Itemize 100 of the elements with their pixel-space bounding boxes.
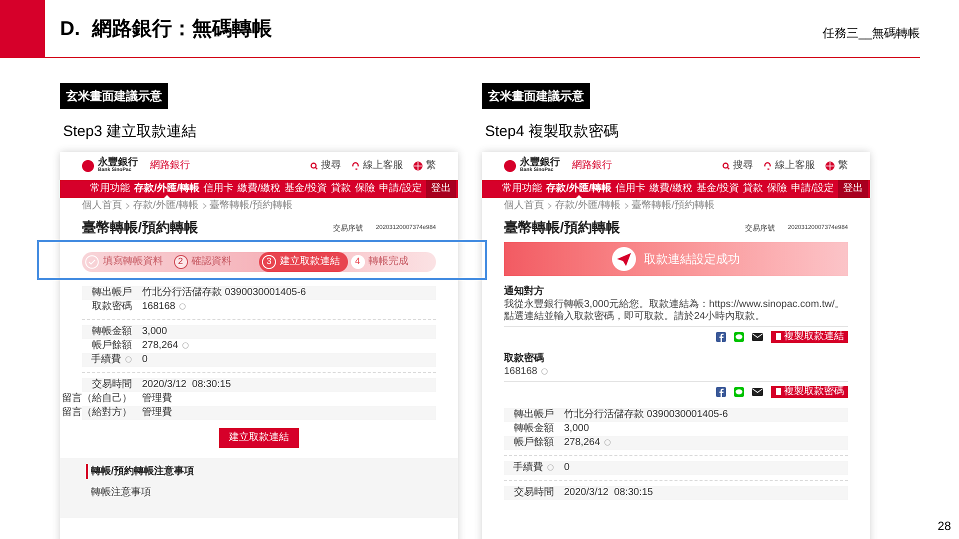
logo-icon xyxy=(82,160,94,172)
field-value: 168168 xyxy=(142,300,176,314)
copy-icon xyxy=(775,388,781,395)
header-link[interactable]: 搜尋 xyxy=(310,158,341,173)
breadcrumb-link[interactable]: 存款/外匯/轉帳 xyxy=(555,198,621,213)
nav-tab[interactable]: 保險 xyxy=(353,180,378,198)
section-number: D. xyxy=(60,16,80,42)
step-label: 轉帳完成 xyxy=(368,254,408,269)
nav-tab[interactable]: 信用卡 xyxy=(202,180,236,198)
chat-bubble-icon xyxy=(734,386,744,396)
caption-badge: 玄米畫面建議示意 xyxy=(60,83,168,109)
breadcrumb-link[interactable]: 存款/外匯/轉帳 xyxy=(133,198,199,213)
f-logo-icon xyxy=(716,332,726,342)
field-label: 手續費 xyxy=(513,460,543,475)
chevron-icon xyxy=(125,202,130,208)
nav-tab[interactable]: 常用功能 xyxy=(500,180,544,198)
field-value: 3,000 xyxy=(564,422,590,436)
breadcrumb-link[interactable]: 臺幣轉帳/預約轉帳 xyxy=(210,198,292,213)
caption-badge: 玄米畫面建議示意 xyxy=(482,83,590,109)
breadcrumb-link[interactable]: 個人首頁 xyxy=(82,198,122,213)
nav-tab[interactable]: 存款/外匯/轉帳 xyxy=(544,180,614,198)
paper-plane-icon xyxy=(612,246,636,270)
field-value: 278,264 xyxy=(142,339,178,353)
nav-tab[interactable]: 信用卡 xyxy=(614,180,648,198)
field-label: 轉出帳戶 xyxy=(514,408,554,422)
page-title: 臺幣轉帳/預約轉帳 xyxy=(504,218,620,237)
field-label: 轉出帳戶 xyxy=(92,286,132,300)
field-value: 3,000 xyxy=(142,325,168,339)
step-label: 填寫轉帳資料 xyxy=(103,254,163,269)
bank-name: 永豐銀行 xyxy=(520,158,560,168)
notice-title: 轉帳/預約轉帳注意事項 xyxy=(86,464,432,478)
copy-button[interactable]: 複製取款連結 xyxy=(771,330,848,342)
globe-icon xyxy=(825,160,835,170)
product-name: 網路銀行 xyxy=(150,159,190,173)
field-label: 取款密碼 xyxy=(92,300,132,314)
nav-tab[interactable]: 繳費/繳稅 xyxy=(648,180,694,198)
product-name: 網路銀行 xyxy=(572,159,612,173)
step-label: 確認資料 xyxy=(192,254,232,269)
headset-icon xyxy=(351,161,360,170)
chevron-icon xyxy=(202,202,207,208)
logout-button[interactable]: 登出 xyxy=(838,180,868,198)
field-value: 278,264 xyxy=(564,436,600,450)
step-title: Step3 建立取款連結 xyxy=(63,122,198,142)
field-value: 2020/3/12 08:30:15 xyxy=(564,486,653,500)
field-value: 竹北分行活儲存款 0390030001405-6 xyxy=(142,286,306,300)
create-link-button[interactable]: 建立取款連結 xyxy=(219,428,299,448)
field-value: 0 xyxy=(142,353,148,367)
headset-icon xyxy=(763,161,772,170)
mail-icon xyxy=(752,388,763,396)
logout-button[interactable]: 登出 xyxy=(426,180,456,198)
nav-tab[interactable]: 申請/設定 xyxy=(377,180,424,198)
slide-subtitle: 任務三__無碼轉帳 xyxy=(822,24,920,42)
nav-tab[interactable]: 基金/投資 xyxy=(282,180,330,198)
breadcrumb-link[interactable]: 個人首頁 xyxy=(504,198,544,213)
step-number: 3 xyxy=(262,254,276,268)
nav-tab[interactable]: 繳費/繳稅 xyxy=(236,180,282,198)
mail-icon xyxy=(752,332,763,340)
field-label: 交易時間 xyxy=(92,378,132,392)
nav-tab[interactable]: 貸款 xyxy=(329,180,354,198)
globe-icon xyxy=(413,160,423,170)
header-link[interactable]: 搜尋 xyxy=(722,158,753,173)
step-number: 2 xyxy=(174,254,188,268)
field-label: 交易時間 xyxy=(514,486,554,500)
section-title: 取款密碼 xyxy=(504,352,545,366)
header-link[interactable]: 線上客服 xyxy=(351,158,403,173)
page-title: 臺幣轉帳/預約轉帳 xyxy=(82,218,198,237)
header-link[interactable]: 繁 xyxy=(413,158,436,173)
copy-button[interactable]: 複製取款密碼 xyxy=(771,386,848,398)
search-icon xyxy=(722,162,730,170)
field-label: 留言（給自己） xyxy=(62,392,132,406)
nav-tab[interactable]: 保險 xyxy=(765,180,790,198)
copy-icon xyxy=(775,333,781,340)
share-text: 我從永豐銀行轉帳3,000元給您。取款連結為：https://www.sinopac.com.tw/。點選連結並輸入取款密碼，即可取款。請於24小時內取款。 xyxy=(504,298,846,322)
header-link[interactable]: 線上客服 xyxy=(763,158,815,173)
logo-icon xyxy=(504,160,516,172)
page-number: 28 xyxy=(938,518,951,535)
field-label: 帳戶餘額 xyxy=(514,436,554,450)
field-value: 管理費 xyxy=(142,406,172,420)
nav-tab[interactable]: 貸款 xyxy=(741,180,766,198)
breadcrumb-link[interactable]: 臺幣轉帳/預約轉帳 xyxy=(632,198,714,213)
bank-name: 永豐銀行 xyxy=(98,158,138,168)
nav-tab[interactable]: 基金/投資 xyxy=(694,180,742,198)
field-label: 手續費 xyxy=(91,352,121,367)
nav-tab[interactable]: 常用功能 xyxy=(88,180,132,198)
header-link[interactable]: 繁 xyxy=(825,158,848,173)
field-label: 轉帳金額 xyxy=(514,422,554,436)
field-label: 帳戶餘額 xyxy=(92,338,132,353)
slide-title: 網路銀行：無碼轉帳 xyxy=(92,16,272,42)
chevron-icon xyxy=(624,202,629,208)
search-icon xyxy=(310,162,318,170)
field-label: 留言（給對方） xyxy=(62,406,132,420)
nav-tab[interactable]: 存款/外匯/轉帳 xyxy=(132,180,202,198)
f-logo-icon xyxy=(716,386,726,396)
field-label: 轉帳金額 xyxy=(92,324,132,339)
nav-tab[interactable]: 申請/設定 xyxy=(789,180,836,198)
notice-text: 轉帳注意事項 xyxy=(90,486,152,500)
field-value: 0 xyxy=(564,461,570,475)
share-text: 168168 xyxy=(504,366,538,378)
step-number: 4 xyxy=(350,254,364,268)
step-title: Step4 複製取款密碼 xyxy=(485,122,620,142)
